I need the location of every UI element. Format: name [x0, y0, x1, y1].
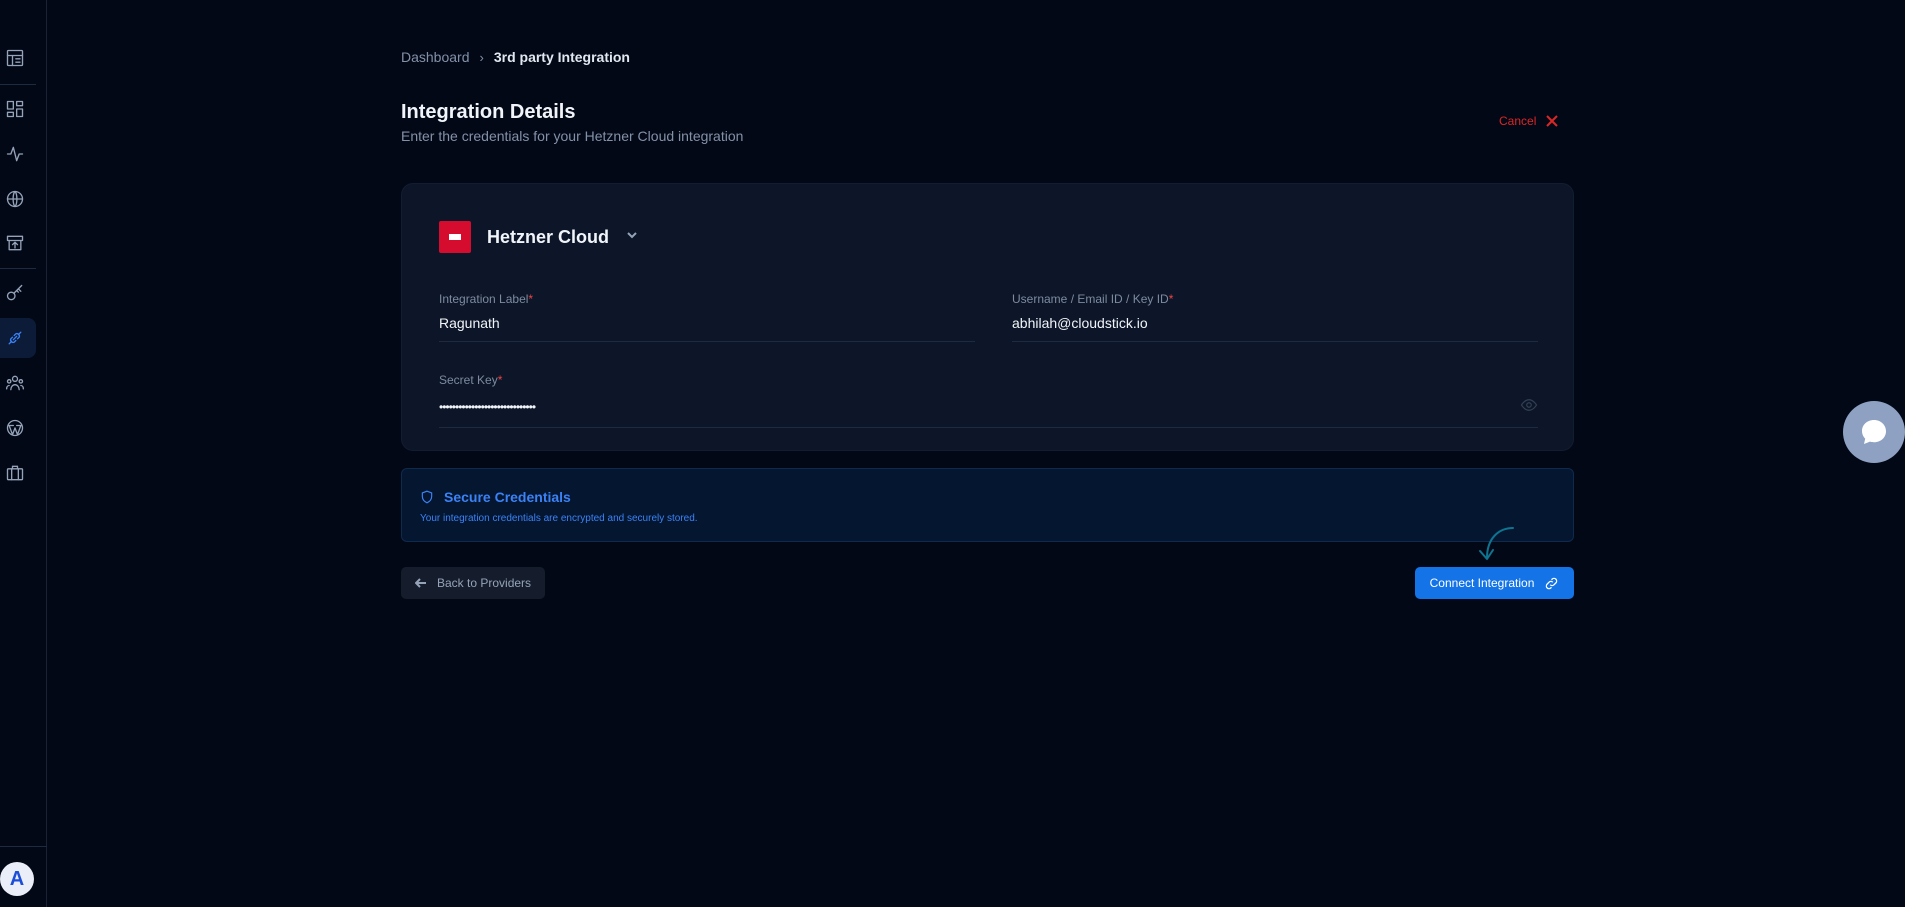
sidebar-item-integrations[interactable] — [0, 318, 36, 358]
integration-label-input[interactable] — [439, 315, 975, 331]
avatar[interactable]: A — [0, 862, 34, 896]
chevron-right-icon: › — [479, 49, 484, 65]
key-icon[interactable] — [3, 281, 27, 305]
secret-key-field: Secret Key* ••••••••••••••••••••••••••••… — [439, 373, 1538, 428]
arrow-left-icon — [415, 578, 426, 588]
shield-icon — [421, 490, 433, 504]
briefcase-icon[interactable] — [3, 461, 27, 485]
hetzner-logo-icon — [439, 221, 471, 253]
activity-icon[interactable] — [3, 142, 27, 166]
secure-title: Secure Credentials — [444, 489, 571, 505]
provider-name: Hetzner Cloud — [487, 226, 610, 247]
secret-key-input[interactable]: •••••••••••••••••••••••••••••• — [439, 400, 536, 414]
cancel-label: Cancel — [1499, 114, 1537, 128]
wordpress-icon[interactable] — [3, 416, 27, 440]
chat-widget-button[interactable] — [1843, 401, 1905, 463]
sidebar-divider — [0, 846, 47, 847]
plug-link-icon — [3, 326, 27, 350]
eye-icon[interactable] — [1520, 396, 1538, 417]
username-input[interactable] — [1012, 315, 1538, 331]
page-title: Integration Details — [401, 101, 576, 123]
required-marker: * — [1168, 292, 1174, 306]
cancel-button[interactable]: Cancel — [1499, 114, 1559, 128]
apps-grid-icon[interactable] — [3, 97, 27, 121]
curved-arrow-hint-icon — [1479, 527, 1514, 560]
chevron-down-icon[interactable] — [625, 228, 639, 247]
link-icon — [1546, 577, 1558, 589]
archive-upload-icon[interactable] — [3, 231, 27, 255]
server-dashboard-icon[interactable] — [3, 46, 27, 70]
integration-label-label: Integration Label — [439, 292, 529, 306]
connect-integration-button[interactable]: Connect Integration — [1415, 567, 1574, 599]
secure-credentials-notice: Secure Credentials Your integration cred… — [401, 468, 1574, 542]
sidebar-divider — [0, 84, 36, 85]
globe-icon[interactable] — [3, 187, 27, 211]
sidebar-divider — [0, 268, 36, 269]
required-marker: * — [528, 292, 534, 306]
back-to-providers-button[interactable]: Back to Providers — [401, 567, 546, 599]
integration-form-card: Hetzner Cloud Integration Label* Usernam… — [401, 183, 1574, 451]
username-field: Username / Email ID / Key ID* — [1012, 292, 1538, 342]
breadcrumb-dashboard[interactable]: Dashboard — [401, 49, 470, 65]
required-marker: * — [497, 373, 503, 387]
connect-label: Connect Integration — [1429, 576, 1535, 590]
integration-label-field: Integration Label* — [439, 292, 975, 342]
page-subtitle: Enter the credentials for your Hetzner C… — [401, 128, 744, 144]
close-icon — [1546, 115, 1559, 127]
provider-selector[interactable]: Hetzner Cloud — [439, 221, 639, 253]
breadcrumb: Dashboard › 3rd party Integration — [401, 49, 630, 65]
team-users-icon[interactable] — [3, 371, 27, 395]
secret-key-label: Secret Key — [439, 373, 498, 387]
chat-bubble-icon — [1862, 420, 1886, 444]
sidebar: A — [0, 0, 47, 907]
secure-description: Your integration credentials are encrypt… — [420, 513, 698, 524]
breadcrumb-current: 3rd party Integration — [493, 49, 630, 65]
back-label: Back to Providers — [437, 576, 532, 590]
username-label: Username / Email ID / Key ID — [1012, 292, 1169, 306]
